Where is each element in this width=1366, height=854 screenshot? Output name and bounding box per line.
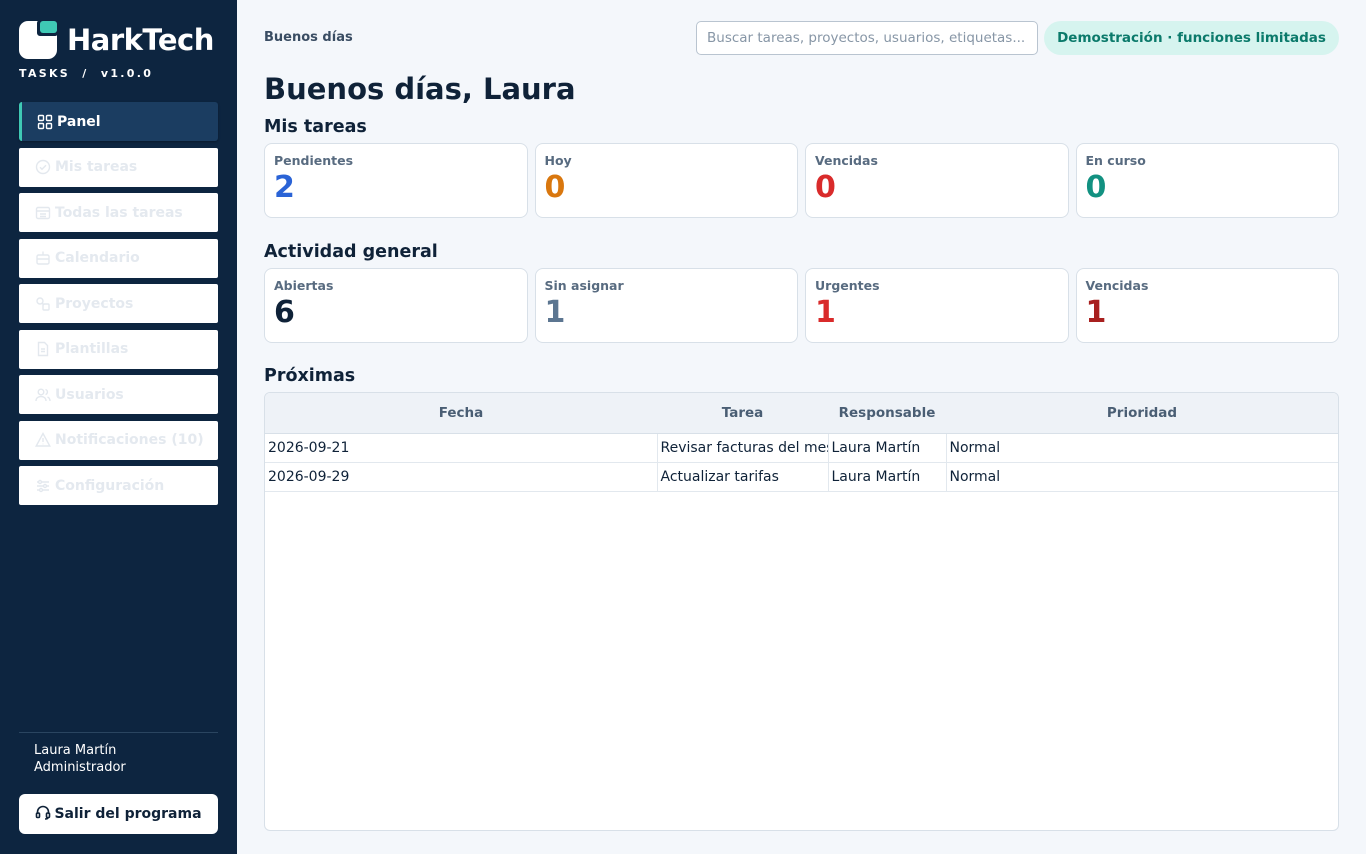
grid-icon <box>37 114 53 130</box>
brand-logo-icon <box>19 20 58 59</box>
check-circle-icon <box>35 159 51 175</box>
stat-card-value: 6 <box>274 295 295 330</box>
stat-card-label: Abiertas <box>274 278 334 293</box>
sidebar-item-all-tasks[interactable]: Todas las tareas <box>19 193 218 232</box>
demo-badge: Demostración · funciones limitadas <box>1044 21 1339 55</box>
sidebar-item-label: Proyectos <box>55 295 134 312</box>
users-icon <box>35 387 51 403</box>
cell-task: Actualizar tarifas <box>657 462 829 492</box>
sidebar-item-calendar[interactable]: Calendario <box>19 238 218 278</box>
sidebar-item-label: Calendario <box>55 250 140 266</box>
cell-task: Revisar facturas del mes <box>657 433 829 463</box>
sidebar-divider <box>19 732 218 733</box>
table-row[interactable]: 2026-09-21 Revisar facturas del mes Laur… <box>265 433 1338 463</box>
sidebar-item-projects[interactable]: Proyectos <box>19 284 218 323</box>
sidebar: HarkTech TASKS / v1.0.0 Panel Mis tareas… <box>0 0 237 854</box>
column-header-date[interactable]: Fecha <box>265 393 657 434</box>
stat-card-value: 1 <box>1085 295 1107 330</box>
section-title-my-tasks: Mis tareas <box>264 117 367 137</box>
cell-assignee: Laura Martín <box>828 433 947 463</box>
sidebar-item-panel[interactable]: Panel <box>19 102 218 141</box>
sliders-icon <box>35 478 51 494</box>
stat-card-label: Pendientes <box>274 153 354 168</box>
activity-cards: Abiertas 6 Sin asignar 1 Urgentes 1 Venc… <box>264 268 1339 343</box>
exit-button[interactable]: Salir del programa <box>19 794 218 834</box>
sidebar-item-label: Panel <box>57 113 101 130</box>
column-header-priority[interactable]: Prioridad <box>946 393 1338 434</box>
projects-icon <box>35 296 51 312</box>
stat-card-value: 2 <box>274 170 295 205</box>
brand-name: HarkTech <box>67 23 214 57</box>
exit-button-label: Salir del programa <box>54 806 202 822</box>
stat-card-label: Urgentes <box>815 278 880 293</box>
section-title-upcoming: Próximas <box>264 366 356 386</box>
column-header-task[interactable]: Tarea <box>657 393 828 434</box>
table-header-row: Fecha Tarea Responsable Prioridad <box>265 393 1338 434</box>
stat-card-label: Vencidas <box>1085 278 1149 293</box>
sidebar-item-users[interactable]: Usuarios <box>19 375 218 414</box>
stat-card-value: 0 <box>815 170 836 205</box>
stat-card-open[interactable]: Abiertas 6 <box>264 268 528 343</box>
column-header-assignee[interactable]: Responsable <box>828 393 946 434</box>
cell-priority: Normal <box>946 433 1338 463</box>
user-role: Administrador <box>34 760 126 775</box>
sidebar-item-my-tasks[interactable]: Mis tareas <box>19 147 218 187</box>
stat-card-value: 0 <box>544 170 566 205</box>
cell-date: 2026-09-29 <box>265 462 658 492</box>
user-name: Laura Martín <box>34 743 117 758</box>
stat-card-urgent[interactable]: Urgentes 1 <box>805 268 1069 343</box>
page-title: Buenos días, Laura <box>264 72 576 106</box>
stat-card-pending[interactable]: Pendientes 2 <box>264 143 528 218</box>
headset-icon <box>35 804 51 824</box>
sidebar-item-label: Todas las tareas <box>55 204 183 221</box>
cell-date: 2026-09-21 <box>265 433 658 463</box>
document-icon <box>35 341 51 357</box>
stat-card-label: Hoy <box>544 153 572 168</box>
stat-card-label: En curso <box>1085 153 1146 168</box>
upcoming-table-grid: Fecha Tarea Responsable Prioridad 2026-0… <box>265 393 1338 492</box>
sidebar-item-notifications[interactable]: Notificaciones (10) <box>19 420 218 460</box>
stat-card-overdue-all[interactable]: Vencidas 1 <box>1075 268 1339 343</box>
stat-card-today[interactable]: Hoy 0 <box>534 143 798 218</box>
stat-card-unassigned[interactable]: Sin asignar 1 <box>534 268 798 343</box>
stat-card-value: 1 <box>544 295 566 330</box>
sidebar-item-label: Plantillas <box>55 341 129 357</box>
stat-card-value: 1 <box>815 295 836 330</box>
stat-card-label: Sin asignar <box>544 278 624 293</box>
stat-card-label: Vencidas <box>815 153 878 168</box>
sidebar-item-label: Mis tareas <box>55 159 138 175</box>
section-title-activity: Actividad general <box>264 242 438 262</box>
brand: HarkTech <box>19 20 214 59</box>
sidebar-item-label: Notificaciones (10) <box>55 432 204 448</box>
sidebar-item-templates[interactable]: Plantillas <box>19 329 218 369</box>
table-row[interactable]: 2026-09-29 Actualizar tarifas Laura Mart… <box>265 462 1338 492</box>
upcoming-table: Fecha Tarea Responsable Prioridad 2026-0… <box>264 392 1339 831</box>
breadcrumb: Buenos días <box>264 30 353 45</box>
stat-card-in-progress[interactable]: En curso 0 <box>1075 143 1339 218</box>
my-tasks-cards: Pendientes 2 Hoy 0 Vencidas 0 En curso 0 <box>264 143 1339 218</box>
sidebar-item-settings[interactable]: Configuración <box>19 466 218 505</box>
sidebar-nav: Panel Mis tareas Todas las tareas Calend… <box>19 102 218 512</box>
cell-priority: Normal <box>946 462 1338 492</box>
stat-card-overdue[interactable]: Vencidas 0 <box>805 143 1069 218</box>
sidebar-item-label: Configuración <box>55 477 165 494</box>
alert-icon <box>35 432 51 448</box>
table-icon <box>35 205 51 221</box>
search-input[interactable] <box>696 21 1038 55</box>
sidebar-item-label: Usuarios <box>55 386 124 403</box>
stat-card-value: 0 <box>1085 170 1107 205</box>
calendar-icon <box>35 250 51 266</box>
brand-subtitle: TASKS / v1.0.0 <box>19 67 154 80</box>
cell-assignee: Laura Martín <box>828 462 947 492</box>
